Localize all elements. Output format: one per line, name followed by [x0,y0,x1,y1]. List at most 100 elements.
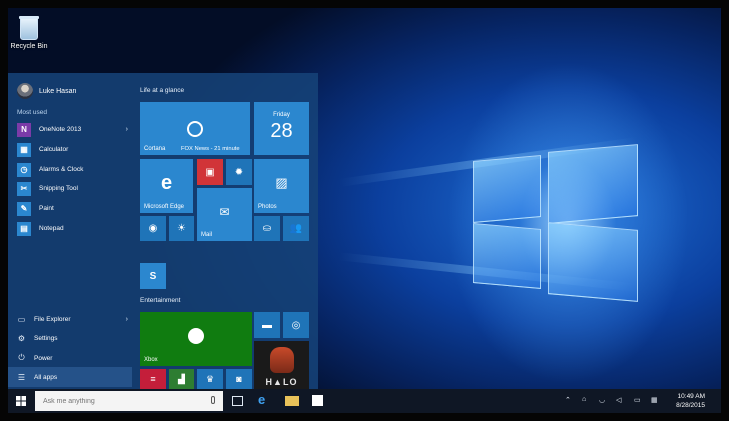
lightbulb-icon: ✹ [234,166,244,178]
windows-logo-pane [548,144,638,224]
notepad-icon: ▤ [17,221,31,236]
start-button[interactable] [8,389,34,413]
onenote-icon: N [17,122,31,137]
app-name: Alarms & Clock [39,166,84,173]
recycle-bin-icon [19,16,39,40]
news-icon: ▣ [205,166,215,178]
chevron-up-icon[interactable]: ⌃ [565,396,571,404]
calendar-date: 28 [270,120,293,142]
system-item-label: All apps [34,373,58,381]
tile-maps[interactable]: ◉ [140,216,166,241]
app-item-calculator[interactable]: ▦ Calculator [17,141,132,158]
app-name: Paint [39,205,54,212]
recycle-bin-label: Recycle Bin [10,43,48,50]
system-item-power[interactable]: ⏻ Power [17,351,132,365]
tile-mail[interactable]: ✉ Mail [197,188,252,241]
app-name: Calculator [39,146,69,153]
windows-icon [16,396,26,406]
app-name: Notepad [39,225,64,232]
tile-weather[interactable]: ✹ [226,159,252,185]
clock-date: 8/28/2015 [676,402,705,409]
trophy-icon: ♛ [205,373,215,384]
system-clock[interactable]: 10:49 AM 8/28/2015 [676,392,705,410]
search-box[interactable] [35,391,223,411]
scissors-icon: ✂ [17,181,31,196]
system-item-all-apps[interactable]: ☰ All apps [17,370,132,384]
chevron-right-icon[interactable]: › [126,316,128,323]
edge-icon[interactable]: e [258,392,272,407]
tile-news[interactable]: ▣ [197,159,223,185]
wifi-icon[interactable]: ◡ [599,396,605,404]
action-center-icon[interactable]: ▭ [634,396,641,404]
chevron-right-icon[interactable]: › [126,126,128,133]
clapperboard-icon: ▬ [262,319,272,331]
taskbar: e ⌃ ⌂ ◡ ◁ ▭ ▦ 10:49 AM 8/28/2015 [8,389,721,413]
app-item-notepad[interactable]: ▤ Notepad [17,220,132,237]
tile-weather-sun[interactable]: ☀ [169,216,194,241]
start-menu: Luke Hasan Most used N OneNote 2013 › ▦ … [8,73,318,389]
screen-bezel [0,413,729,421]
most-used-label: Most used [17,109,47,116]
alarm-clock-icon: ◷ [17,162,31,177]
tile-halo[interactable]: H▲LO [254,341,309,389]
xbox-icon [188,328,204,344]
recycle-bin[interactable]: Recycle Bin [10,16,48,50]
store-icon[interactable] [312,395,323,406]
task-view-icon[interactable] [232,396,243,406]
tile-cortana[interactable]: Cortana FOX News - 21 minute [140,102,250,155]
volume-icon[interactable]: ◁ [616,396,621,404]
user-account[interactable]: Luke Hasan [17,83,76,99]
tile-people[interactable]: 👥 [283,216,309,241]
keyboard-icon[interactable]: ▦ [651,396,658,404]
all-apps-button[interactable]: ☰ All apps [8,367,132,387]
system-item-file-explorer[interactable]: ▭ File Explorer › [17,312,132,326]
network-icon[interactable]: ⌂ [582,396,586,403]
shopping-bag-icon: ⛀ [262,223,272,234]
app-item-paint[interactable]: ✎ Paint [17,200,132,217]
tile-camera[interactable]: ◙ [226,369,252,389]
tile-news-2[interactable]: ≡ [140,369,166,389]
halo-spartan-icon [269,347,294,373]
tile-sports[interactable]: ♛ [197,369,223,389]
sun-icon: ☀ [177,223,186,234]
tile-xbox[interactable]: Xbox [140,312,252,366]
app-item-alarms[interactable]: ◷ Alarms & Clock [17,161,132,178]
user-name: Luke Hasan [39,87,77,95]
search-input[interactable] [43,397,193,405]
system-item-label: Settings [34,334,58,342]
gear-icon: ⚙ [17,333,26,343]
tile-label: Mail [201,232,213,238]
windows-logo-pane [473,223,541,289]
tile-store[interactable]: ⛀ [254,216,280,241]
microphone-icon[interactable] [211,396,215,404]
map-pin-icon: ◉ [148,223,158,234]
tile-groove[interactable]: ◎ [283,312,309,338]
windows-logo-pane [548,222,638,302]
camera-icon: ◙ [236,374,242,384]
system-item-label: File Explorer [34,315,71,323]
group-label-entertainment: Entertainment [140,297,181,304]
file-explorer-icon[interactable] [285,396,299,406]
app-item-snipping-tool[interactable]: ✂ Snipping Tool [17,180,132,197]
cortana-icon [187,120,203,137]
mail-icon: ✉ [219,204,230,219]
chart-icon: ▟ [178,373,185,384]
app-name: OneNote 2013 [39,126,82,133]
skype-icon: S [149,270,157,282]
news-ticker: FOX News - 21 minute [181,146,240,152]
tile-money[interactable]: ▟ [169,369,194,389]
tile-label: Microsoft Edge [144,204,185,210]
paint-palette-icon: ✎ [17,201,31,216]
system-item-settings[interactable]: ⚙ Settings [17,331,132,345]
tile-movies[interactable]: ▬ [254,312,280,338]
tile-photos[interactable]: ▨ Photos [254,159,309,213]
tile-label: Photos [258,204,277,210]
folder-icon: ▭ [17,314,26,324]
power-icon: ⏻ [18,353,25,362]
tile-edge[interactable]: e Microsoft Edge [140,159,193,213]
news-list-icon: ≡ [150,374,156,384]
tile-skype[interactable]: S [140,263,166,289]
tile-calendar[interactable]: Friday 28 [254,102,309,155]
app-item-onenote[interactable]: N OneNote 2013 › [17,121,132,138]
start-left-column: Luke Hasan Most used N OneNote 2013 › ▦ … [8,73,132,389]
